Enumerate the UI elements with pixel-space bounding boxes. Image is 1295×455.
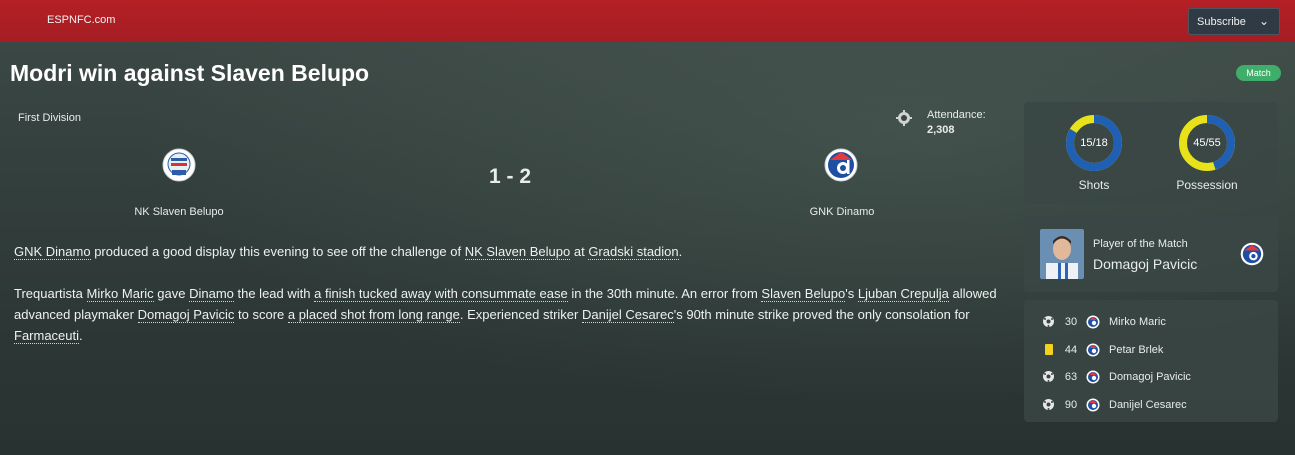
event-row[interactable]: 44 Petar Brlek: [1042, 340, 1272, 360]
possession-label: Possession: [1176, 178, 1238, 192]
report-link[interactable]: Ljuban Crepulja: [857, 286, 949, 302]
potm-player-name[interactable]: Domagoj Pavicic: [1093, 256, 1197, 272]
dinamo-crest-icon: [1086, 343, 1100, 356]
report-text: in the 30th minute. An error from: [567, 286, 762, 301]
event-player-name[interactable]: Mirko Maric: [1109, 316, 1166, 328]
report-text: produced a good display this evening to …: [90, 244, 465, 259]
dinamo-crest-icon: [1240, 242, 1264, 266]
event-minute: 44: [1064, 343, 1078, 356]
report-link[interactable]: Farmaceuti: [14, 328, 80, 344]
attendance-value: 2,308: [927, 124, 955, 136]
event-player-name[interactable]: Petar Brlek: [1109, 344, 1163, 356]
dinamo-crest-icon: [1086, 315, 1100, 329]
potm-label: Player of the Match: [1093, 238, 1188, 250]
competition-name[interactable]: First Division: [18, 112, 81, 124]
report-link[interactable]: Domagoj Pavicic: [137, 307, 235, 323]
yellow-card-icon: [1045, 343, 1053, 355]
report-text: 's 90th minute strike proved the only co…: [673, 307, 970, 322]
subscribe-label: Subscribe: [1197, 15, 1246, 28]
player-photo: [1040, 229, 1084, 279]
brand-link[interactable]: ESPNFC.com: [47, 14, 115, 26]
player-of-match-panel[interactable]: Player of the Match Domagoj Pavicic: [1024, 216, 1278, 292]
possession-value: 45/55: [1193, 137, 1221, 149]
dinamo-crest-icon: [1086, 398, 1100, 411]
match-stats-panel: 15/18 Shots 45/55 Possession: [1024, 102, 1278, 204]
page-title: Modri win against Slaven Belupo: [10, 60, 370, 86]
report-link[interactable]: a finish tucked away with consummate eas…: [314, 286, 568, 302]
match-badge: Match: [1236, 65, 1281, 81]
weather-icon: [896, 110, 912, 126]
event-minute: 30: [1064, 316, 1078, 328]
event-player-name[interactable]: Domagoj Pavicic: [1109, 371, 1191, 383]
top-bar: ESPNFC.com Subscribe ⌄: [0, 0, 1295, 42]
away-team-name[interactable]: GNK Dinamo: [762, 206, 922, 218]
report-link[interactable]: Dinamo: [189, 286, 234, 302]
shots-label: Shots: [1078, 178, 1110, 192]
dinamo-crest-icon[interactable]: [824, 148, 858, 182]
event-row[interactable]: 90 Danijel Cesarec: [1042, 395, 1272, 415]
report-text: gave: [153, 286, 190, 301]
event-minute: 90: [1064, 398, 1078, 411]
report-text: . Experienced striker: [459, 307, 582, 322]
match-events-panel: 30 Mirko Maric 44 Petar Brlek 63 Domagoj Pavi…: [1024, 300, 1278, 422]
report-text: 's: [845, 286, 858, 301]
report-text: .: [678, 244, 683, 259]
report-paragraph-1: GNK Dinamo produced a good display this …: [14, 241, 1004, 262]
report-link[interactable]: Slaven Belupo: [761, 286, 846, 302]
attendance-label: Attendance:: [927, 109, 986, 121]
report-text: to score: [234, 307, 288, 322]
event-row[interactable]: 63 Domagoj Pavicic: [1042, 367, 1272, 387]
report-link[interactable]: Gradski stadion: [588, 244, 679, 260]
report-link[interactable]: Mirko Maric: [86, 286, 154, 302]
dinamo-crest-icon: [1086, 370, 1100, 384]
report-link[interactable]: NK Slaven Belupo: [464, 244, 571, 260]
report-text: Trequartista: [14, 286, 87, 301]
slaven-belupo-crest-icon[interactable]: [162, 148, 196, 182]
chevron-down-icon: ⌄: [1258, 14, 1269, 28]
ball-icon: [1043, 398, 1054, 410]
report-text: at: [570, 244, 589, 259]
subscribe-button[interactable]: Subscribe ⌄: [1188, 8, 1280, 35]
home-team-name[interactable]: NK Slaven Belupo: [99, 206, 259, 218]
report-text: .: [79, 328, 83, 343]
report-link[interactable]: Danijel Cesarec: [581, 307, 674, 323]
shots-value: 15/18: [1080, 137, 1108, 149]
event-row[interactable]: 30 Mirko Maric: [1042, 312, 1272, 332]
report-link[interactable]: a placed shot from long range: [287, 307, 460, 323]
report-link[interactable]: GNK Dinamo: [14, 244, 91, 260]
match-score: 1 - 2: [488, 165, 532, 188]
ball-icon: [1043, 371, 1054, 382]
event-player-name[interactable]: Danijel Cesarec: [1109, 399, 1187, 411]
report-text: the lead with: [233, 286, 315, 301]
report-paragraph-2: Trequartista Mirko Maric gave Dinamo the…: [14, 283, 1004, 346]
ball-icon: [1043, 316, 1054, 327]
event-minute: 63: [1064, 371, 1078, 383]
